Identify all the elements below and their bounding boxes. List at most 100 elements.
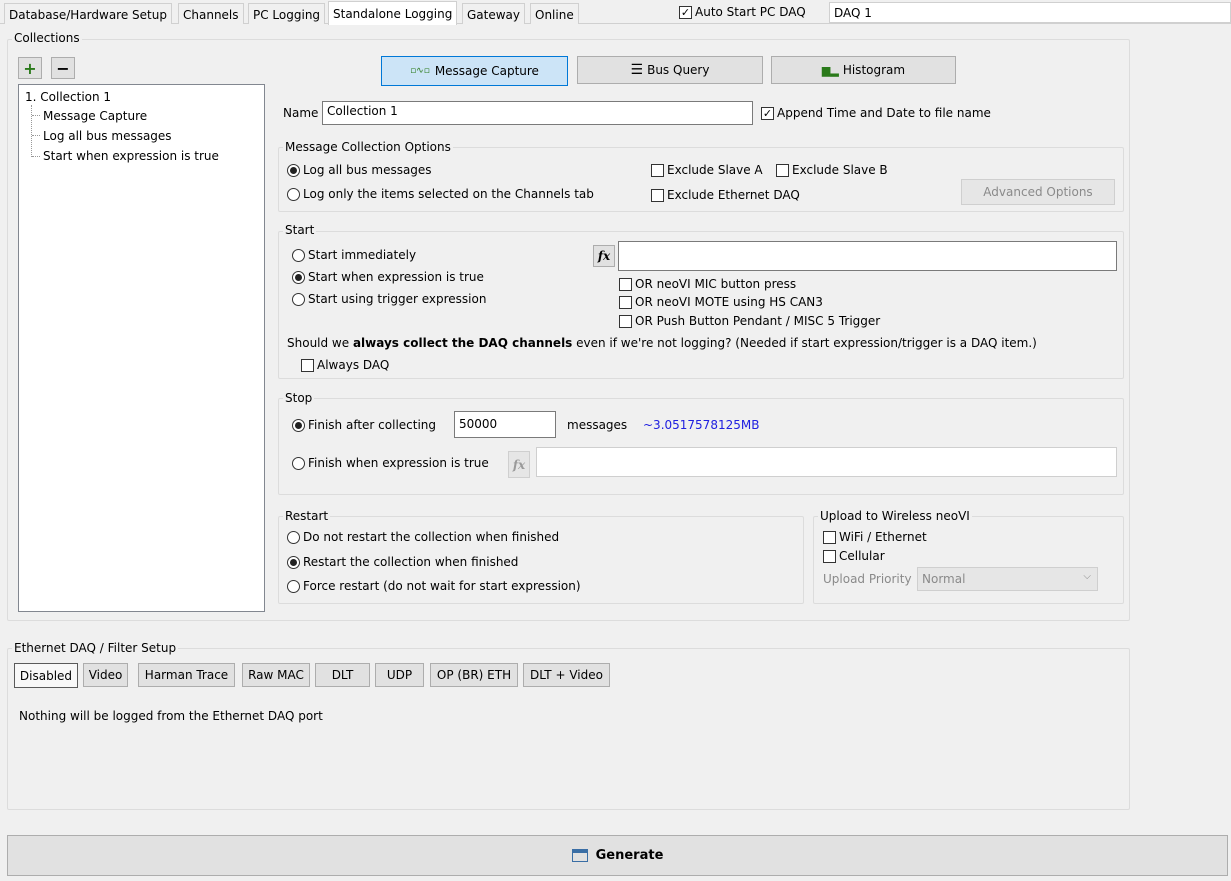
daq-name-field[interactable]: DAQ 1 — [829, 2, 1231, 23]
collection-name-input[interactable]: Collection 1 — [322, 101, 753, 125]
tree-item-collection[interactable]: 1. Collection 1 — [25, 90, 111, 104]
tree-item-log-all[interactable]: Log all bus messages — [43, 129, 172, 143]
bus-query-label: Bus Query — [647, 63, 710, 77]
size-estimate: ~3.0517578125MB — [643, 418, 760, 432]
radio-icon — [287, 530, 300, 544]
start-fx-button[interactable]: fx — [593, 245, 615, 267]
no-restart-radio[interactable]: Do not restart the collection when finis… — [287, 530, 559, 544]
radio-icon — [287, 187, 300, 201]
stop-fx-button[interactable]: fx — [508, 451, 530, 478]
checkbox-icon — [619, 277, 632, 291]
ethernet-status-message: Nothing will be logged from the Ethernet… — [19, 709, 323, 723]
start-immediately-radio[interactable]: Start immediately — [292, 248, 416, 262]
tab-bar: Database/Hardware Setup Channels PC Logg… — [0, 0, 1231, 25]
exclude-slave-b-checkbox[interactable]: Exclude Slave B — [776, 163, 888, 177]
ethernet-harman-trace-button[interactable]: Harman Trace — [138, 663, 235, 687]
advanced-options-button[interactable]: Advanced Options — [961, 179, 1115, 205]
tree-branch — [32, 135, 40, 136]
wifi-ethernet-checkbox[interactable]: WiFi / Ethernet — [823, 530, 927, 544]
ethernet-udp-button[interactable]: UDP — [375, 663, 424, 687]
log-all-radio[interactable]: Log all bus messages — [287, 163, 432, 177]
tab-standalone-logging[interactable]: Standalone Logging — [328, 1, 458, 25]
exclude-slave-a-checkbox[interactable]: Exclude Slave A — [651, 163, 763, 177]
wifi-ethernet-label: WiFi / Ethernet — [839, 530, 927, 544]
chevron-down-icon: ⌵ — [1083, 571, 1091, 582]
message-count-input[interactable]: 50000 — [454, 411, 556, 438]
tab-channels[interactable]: Channels — [178, 3, 244, 24]
pendant-checkbox[interactable]: OR Push Button Pendant / MISC 5 Trigger — [619, 314, 880, 328]
stop-expression-input[interactable] — [536, 447, 1117, 477]
always-daq-checkbox[interactable]: Always DAQ — [301, 358, 389, 372]
histogram-button[interactable]: ▆▂ Histogram — [771, 56, 956, 84]
ethernet-op-br-eth-button[interactable]: OP (BR) ETH — [430, 663, 518, 687]
tree-item-start-expression[interactable]: Start when expression is true — [43, 149, 219, 163]
cellular-label: Cellular — [839, 549, 885, 563]
exclude-ethernet-daq-checkbox[interactable]: Exclude Ethernet DAQ — [651, 188, 800, 202]
finish-after-label: Finish after collecting — [308, 418, 437, 432]
start-trigger-radio[interactable]: Start using trigger expression — [292, 292, 486, 306]
log-selected-radio[interactable]: Log only the items selected on the Chann… — [287, 187, 594, 201]
radio-icon — [292, 248, 305, 262]
finish-expression-radio[interactable]: Finish when expression is true — [292, 456, 489, 470]
collections-tree[interactable]: 1. Collection 1 Message Capture Log all … — [18, 84, 265, 612]
name-label: Name — [283, 106, 319, 120]
start-expression-label: Start when expression is true — [308, 270, 484, 284]
remove-collection-button[interactable]: − — [51, 57, 75, 79]
checkbox-icon — [651, 163, 664, 177]
ethernet-dlt-button[interactable]: DLT — [315, 663, 370, 687]
pendant-label: OR Push Button Pendant / MISC 5 Trigger — [635, 314, 881, 328]
tab-online[interactable]: Online — [530, 3, 579, 24]
messages-unit: messages — [567, 418, 628, 432]
tab-database-hardware-setup[interactable]: Database/Hardware Setup — [4, 3, 172, 24]
radio-icon — [292, 270, 305, 284]
start-title: Start — [283, 223, 317, 237]
histogram-label: Histogram — [842, 63, 906, 77]
restart-radio[interactable]: Restart the collection when finished — [287, 555, 518, 569]
checkbox-icon — [619, 295, 632, 309]
exclude-slave-a-label: Exclude Slave A — [667, 163, 763, 177]
mic-button-checkbox[interactable]: OR neoVI MIC button press — [619, 277, 796, 291]
cellular-checkbox[interactable]: Cellular — [823, 549, 885, 563]
auto-start-label: Auto Start PC DAQ — [695, 5, 806, 19]
radio-icon — [287, 579, 300, 593]
upload-priority-value: Normal — [922, 572, 966, 586]
auto-start-pc-daq-checkbox[interactable]: ✓ Auto Start PC DAQ — [679, 5, 806, 19]
radio-icon — [287, 163, 300, 177]
generate-button[interactable]: Generate — [7, 835, 1228, 876]
ethernet-raw-mac-button[interactable]: Raw MAC — [242, 663, 310, 687]
ethernet-dlt-video-button[interactable]: DLT + Video — [523, 663, 610, 687]
restart-title: Restart — [283, 509, 331, 523]
checkbox-icon — [823, 530, 836, 544]
start-expression-input[interactable] — [618, 241, 1117, 271]
generate-label: Generate — [595, 848, 664, 863]
tab-pc-logging[interactable]: PC Logging — [248, 3, 326, 24]
append-time-date-label: Append Time and Date to file name — [777, 106, 991, 120]
log-selected-label: Log only the items selected on the Chann… — [303, 187, 594, 201]
tab-gateway[interactable]: Gateway — [462, 3, 526, 24]
force-restart-radio[interactable]: Force restart (do not wait for start exp… — [287, 579, 581, 593]
upload-title: Upload to Wireless neoVI — [818, 509, 972, 523]
finish-after-radio[interactable]: Finish after collecting — [292, 418, 436, 432]
add-collection-button[interactable]: + — [18, 57, 42, 79]
checkbox-icon — [301, 358, 314, 372]
ethernet-disabled-button[interactable]: Disabled — [14, 663, 78, 688]
histogram-icon: ▆▂ — [821, 63, 839, 77]
upload-priority-select[interactable]: Normal ⌵ — [917, 567, 1098, 591]
radio-icon — [292, 456, 305, 470]
radio-icon — [287, 555, 300, 569]
mote-label: OR neoVI MOTE using HS CAN3 — [635, 295, 823, 309]
message-capture-label: Message Capture — [434, 64, 539, 78]
append-time-date-checkbox[interactable]: ✓ Append Time and Date to file name — [761, 106, 991, 120]
mote-checkbox[interactable]: OR neoVI MOTE using HS CAN3 — [619, 295, 823, 309]
start-expression-radio[interactable]: Start when expression is true — [292, 270, 484, 284]
ethernet-video-button[interactable]: Video — [83, 663, 128, 687]
message-capture-icon: ▫∿▫ — [410, 66, 430, 76]
collections-title: Collections — [12, 31, 82, 45]
message-capture-button[interactable]: ▫∿▫ Message Capture — [381, 56, 568, 86]
tree-line — [31, 105, 32, 157]
checkbox-icon — [651, 188, 664, 202]
bus-query-button[interactable]: ☰ Bus Query — [577, 56, 763, 84]
tree-item-message-capture[interactable]: Message Capture — [43, 109, 147, 123]
radio-icon — [292, 418, 305, 432]
radio-icon — [292, 292, 305, 306]
